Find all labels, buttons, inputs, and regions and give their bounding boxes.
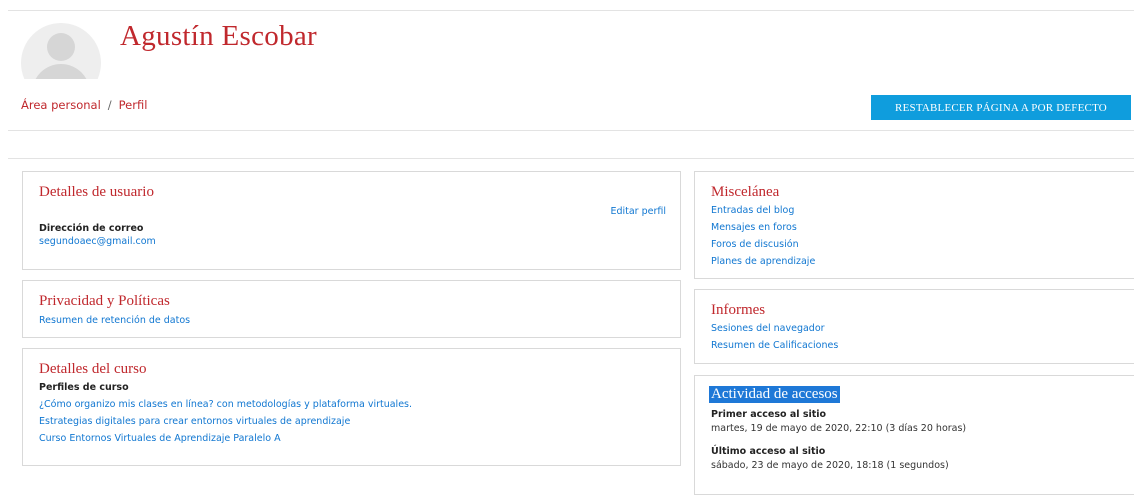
grades-overview-link[interactable]: Resumen de Calificaciones	[711, 340, 838, 351]
access-activity-card: Actividad de accesos Primer acceso al si…	[694, 375, 1134, 495]
learning-plans-link[interactable]: Planes de aprendizaje	[711, 256, 815, 267]
access-activity-title: Actividad de accesos	[709, 386, 840, 403]
first-access-label: Primer acceso al sitio	[711, 409, 827, 420]
last-access-value: sábado, 23 de mayo de 2020, 18:18 (1 seg…	[711, 460, 949, 471]
forum-discussions-link[interactable]: Foros de discusión	[711, 239, 799, 250]
user-details-card: Detalles de usuario Editar perfil Direcc…	[22, 171, 681, 270]
blog-entries-link[interactable]: Entradas del blog	[711, 205, 794, 216]
course-details-title: Detalles del curso	[39, 361, 147, 377]
privacy-title: Privacidad y Políticas	[39, 293, 170, 309]
edit-profile-link[interactable]: Editar perfil	[610, 206, 666, 217]
email-label: Dirección de correo	[39, 223, 144, 234]
breadcrumb-item-home[interactable]: Área personal	[21, 98, 101, 112]
reports-title: Informes	[711, 302, 766, 318]
content-divider	[8, 158, 1134, 159]
reports-card: Informes Sesiones del navegador Resumen …	[694, 289, 1134, 364]
first-access-value: martes, 19 de mayo de 2020, 22:10 (3 día…	[711, 423, 967, 434]
course-link-2[interactable]: Estrategias digitales para crear entorno…	[39, 416, 350, 427]
course-link-3[interactable]: Curso Entornos Virtuales de Aprendizaje …	[39, 433, 281, 444]
avatar[interactable]	[21, 23, 101, 79]
breadcrumb-item-profile[interactable]: Perfil	[119, 98, 148, 112]
privacy-card: Privacidad y Políticas Resumen de retenc…	[22, 280, 681, 338]
breadcrumb-separator: /	[107, 98, 112, 112]
header-divider	[8, 130, 1134, 131]
forum-posts-link[interactable]: Mensajes en foros	[711, 222, 797, 233]
data-retention-summary-link[interactable]: Resumen de retención de datos	[39, 315, 190, 326]
user-details-title: Detalles de usuario	[39, 184, 154, 200]
miscellany-card: Miscelánea Entradas del blog Mensajes en…	[694, 171, 1134, 279]
course-details-card: Detalles del curso Perfiles de curso ¿Có…	[22, 348, 681, 466]
email-link[interactable]: segundoaec@gmail.com	[39, 236, 156, 247]
top-divider	[8, 10, 1134, 11]
browser-sessions-link[interactable]: Sesiones del navegador	[711, 323, 825, 334]
last-access-label: Último acceso al sitio	[711, 446, 826, 457]
reset-page-button[interactable]: RESTABLECER PÁGINA A POR DEFECTO	[871, 95, 1131, 120]
breadcrumb: Área personal / Perfil	[21, 98, 147, 112]
course-link-1[interactable]: ¿Cómo organizo mis clases en línea? con …	[39, 399, 412, 410]
page-title: Agustín Escobar	[120, 20, 317, 52]
course-profiles-label: Perfiles de curso	[39, 382, 129, 393]
miscellany-title: Miscelánea	[711, 184, 780, 200]
avatar-placeholder-icon	[21, 23, 101, 79]
